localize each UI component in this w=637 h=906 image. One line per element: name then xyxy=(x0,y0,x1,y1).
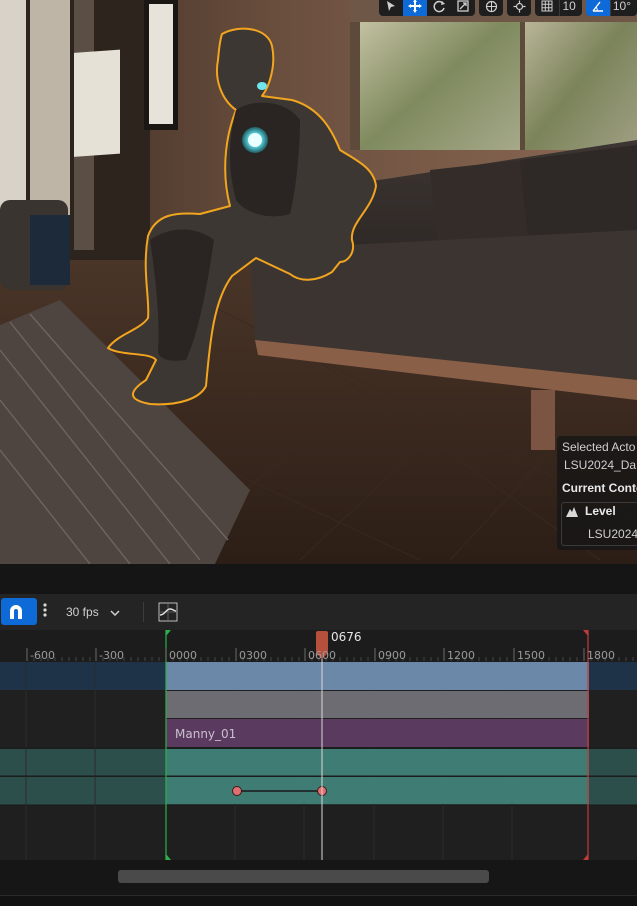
viewport-toolbar: 10 10° xyxy=(379,0,637,16)
level-label: Level xyxy=(585,504,616,518)
grid-snap-group: 10 xyxy=(535,0,582,16)
rotation-snap-value[interactable]: 10° xyxy=(611,0,637,16)
transform-mode-group xyxy=(379,0,476,16)
snap-options-menu[interactable] xyxy=(40,602,50,622)
magnet-icon xyxy=(10,604,22,619)
angle-icon xyxy=(592,1,603,12)
rotation-snap-button[interactable] xyxy=(585,0,610,16)
select-tool-button[interactable] xyxy=(379,0,403,16)
kebab-icon xyxy=(43,603,47,617)
level-icon xyxy=(566,507,578,517)
unreal-editor-window: 10 10° Selected Acto LSU2024_Da Current … xyxy=(0,0,637,906)
grid-snap-value[interactable]: 10 xyxy=(560,0,581,16)
selection-info-overlay: Selected Acto LSU2024_Da Current Conte L… xyxy=(557,436,637,550)
ruler-tick-label: -600 xyxy=(30,649,55,662)
move-arrows-icon xyxy=(408,0,423,13)
level-value[interactable]: LSU2024 xyxy=(588,527,637,541)
sequencer-header-strip xyxy=(0,564,637,594)
selected-actor-value: LSU2024_Da xyxy=(564,458,637,472)
ruler-tick-label: 0900 xyxy=(378,649,406,662)
grid-icon xyxy=(541,0,553,12)
curve-editor-button[interactable] xyxy=(158,602,178,622)
grid-snap-button[interactable] xyxy=(535,0,559,16)
globe-axes-icon xyxy=(485,0,498,12)
rotate-icon xyxy=(433,0,445,12)
ruler-tick-label: 0300 xyxy=(239,649,267,662)
surface-snap-group xyxy=(507,0,532,16)
current-context-label: Current Conte xyxy=(562,481,637,495)
scale-tool-button[interactable] xyxy=(451,0,475,16)
cursor-icon xyxy=(387,1,396,11)
rotation-snap-group: 10° xyxy=(585,0,637,16)
skeletal-section-label: Manny_01 xyxy=(175,727,237,741)
ruler-tick-label: 1500 xyxy=(517,649,545,662)
viewport-scene xyxy=(0,0,637,564)
world-space-button[interactable] xyxy=(479,0,503,16)
horizontal-scrollbar[interactable] xyxy=(118,870,489,883)
playhead-frame-label: 0676 xyxy=(331,630,362,644)
space-toggle-group xyxy=(479,0,504,16)
surface-snap-button[interactable] xyxy=(507,0,531,16)
track-area[interactable] xyxy=(0,662,637,860)
ruler-tick-label: 0600 xyxy=(308,649,336,662)
curve-editor-icon xyxy=(158,602,178,622)
rotate-tool-button[interactable] xyxy=(427,0,451,16)
chevron-down-icon xyxy=(110,600,120,624)
translate-tool-button[interactable] xyxy=(403,0,428,16)
snap-toggle-button[interactable] xyxy=(1,598,37,625)
sequencer-status-strip xyxy=(0,895,637,906)
ruler-tick-label: 0000 xyxy=(169,649,197,662)
surface-snap-icon xyxy=(513,0,526,12)
sequencer-panel: 30 fps xyxy=(0,564,637,906)
scale-icon xyxy=(457,0,470,12)
frame-rate-value: 30 fps xyxy=(66,605,99,619)
ruler-tick-label: 1800 xyxy=(587,649,615,662)
selected-actor-label: Selected Acto xyxy=(562,440,636,454)
toolbar-divider xyxy=(143,602,144,622)
frame-rate-dropdown[interactable]: 30 fps xyxy=(60,600,132,624)
ruler-tick-label: 1200 xyxy=(447,649,475,662)
level-viewport[interactable]: 10 10° Selected Acto LSU2024_Da Current … xyxy=(0,0,637,564)
ruler-tick-label: -300 xyxy=(99,649,124,662)
